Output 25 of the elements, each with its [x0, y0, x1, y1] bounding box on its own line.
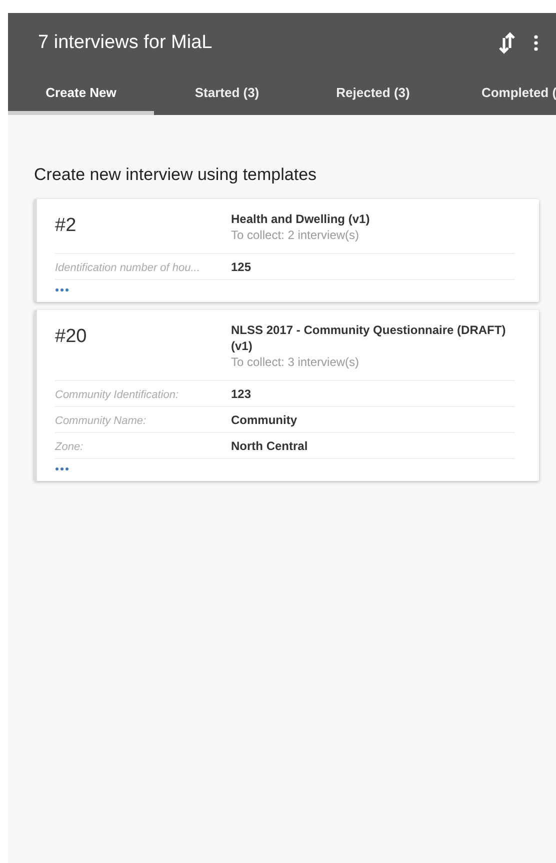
collect-count: To collect: 3 interview(s): [231, 354, 360, 370]
field-label: Identification number of hou...: [55, 262, 201, 274]
more-dots-icon[interactable]: [55, 288, 69, 292]
more-vertical-icon: [534, 35, 538, 51]
collect-count: To collect: 2 interview(s): [231, 227, 360, 243]
template-title: Health and Dwelling (v1): [231, 211, 371, 227]
field-value: Community: [231, 413, 298, 427]
field-value: 123: [231, 387, 252, 401]
template-title: NLSS 2017 - Community Questionnaire (DRAFT) (v1): [231, 322, 507, 354]
up-down-arrows-icon: [498, 32, 516, 54]
more-dots-icon[interactable]: [55, 467, 69, 471]
tab[interactable]: Rejected (3): [300, 73, 446, 115]
template-number: #2: [55, 214, 78, 238]
field-label: Community Identification:: [55, 389, 180, 401]
template-card[interactable]: #2 Health and Dwelling (v1) To collect: 2 interview(s) Identification number of hou... 125: [34, 199, 539, 302]
tab[interactable]: Create New: [8, 73, 154, 115]
template-number: #20: [55, 325, 88, 349]
field-value: 125: [231, 260, 252, 274]
toolbar-title: 7 interviews for MiaL: [38, 32, 214, 54]
field-value: North Central: [231, 439, 309, 453]
field-label: Zone:: [55, 441, 84, 453]
tab[interactable]: Started (3): [154, 73, 300, 115]
template-card[interactable]: #20 NLSS 2017 - Community Questionnaire (DRAFT) (v1) To collect: 3 interview(s) Community Identification: 123 Community Name: Community Zone: North Central: [34, 310, 539, 481]
section-title: Create new interview using templates: [34, 165, 318, 185]
field-label: Community Name:: [55, 415, 148, 427]
